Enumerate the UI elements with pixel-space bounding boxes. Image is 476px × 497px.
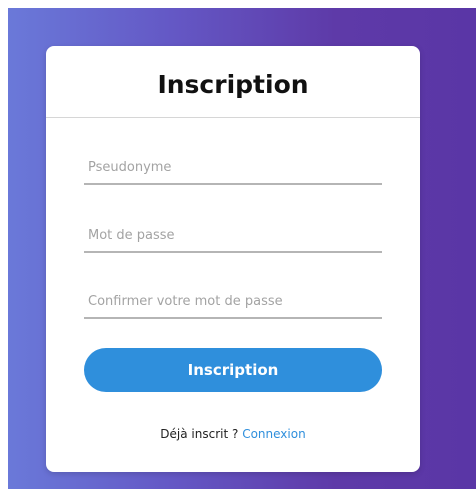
login-prompt: Déjà inscrit ? Connexion xyxy=(46,427,420,441)
username-input[interactable] xyxy=(84,160,382,185)
confirm-password-input[interactable] xyxy=(84,294,382,319)
login-link[interactable]: Connexion xyxy=(242,427,306,441)
login-prompt-text: Déjà inscrit ? xyxy=(160,427,239,441)
confirm-password-field-wrapper xyxy=(84,290,382,319)
card-header: Inscription xyxy=(46,46,420,118)
page-title: Inscription xyxy=(157,70,309,99)
password-input[interactable] xyxy=(84,228,382,253)
signup-card: Inscription Inscription Déjà inscrit ? C… xyxy=(46,46,420,472)
username-field-wrapper xyxy=(84,156,382,185)
page-background: Inscription Inscription Déjà inscrit ? C… xyxy=(8,8,476,489)
password-field-wrapper xyxy=(84,224,382,253)
signup-button[interactable]: Inscription xyxy=(84,348,382,392)
